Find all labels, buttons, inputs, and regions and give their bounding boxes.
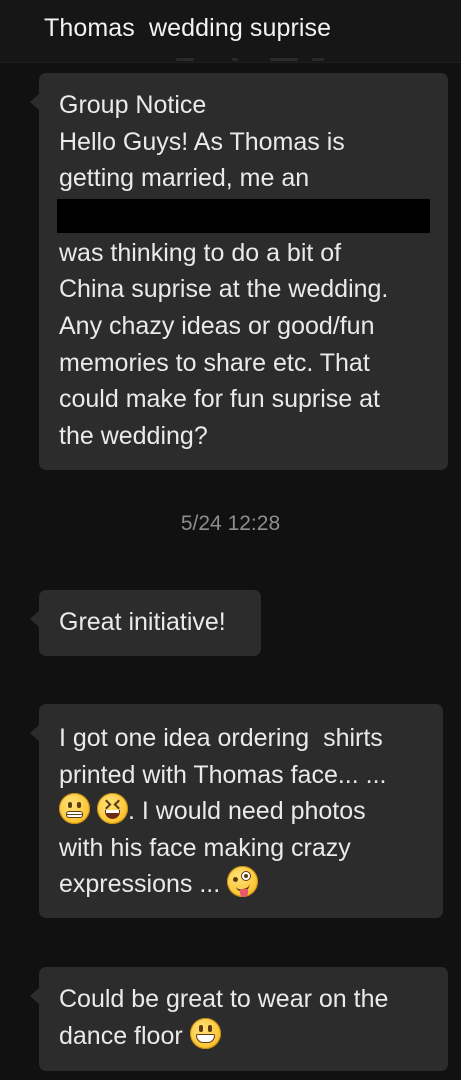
message-line: Hello Guys! As Thomas is (59, 127, 345, 156)
notice-heading: Group Notice (59, 91, 207, 119)
message-line: memories to share etc. That (59, 348, 370, 377)
message-text: expressions ... (59, 870, 221, 899)
zany-face-icon (227, 866, 259, 898)
message-line-with-emoji: dance floor (59, 1017, 428, 1055)
chat-screen: Thomas wedding suprise Group Notice Hell… (0, 0, 461, 1080)
message-bubble[interactable]: I got one idea ordering shirts printed w… (30, 704, 443, 918)
message-text: dance floor (59, 1021, 183, 1050)
chat-title[interactable]: Thomas wedding suprise (44, 14, 331, 43)
redacted-text-block (57, 198, 430, 233)
hidden-system-text (170, 54, 340, 68)
message-line: with his face making crazy (59, 833, 351, 862)
message-line-with-emoji: expressions ... (59, 866, 423, 903)
grimacing-face-icon (59, 793, 90, 825)
message-bubble-group-notice[interactable]: Group Notice Hello Guys! As Thomas is ge… (30, 73, 448, 470)
message-line-with-emoji: . I would need photos (59, 793, 423, 830)
message-line: getting married, me an (59, 164, 310, 193)
message-bubble[interactable]: Great initiative! (30, 590, 261, 656)
message-line: the wedding? (59, 421, 208, 450)
message-line: was thinking to do a bit of (59, 238, 342, 267)
message-line: could make for fun suprise at (59, 385, 380, 414)
message-line: printed with Thomas face... ... (59, 760, 387, 789)
message-line: China suprise at the wedding. (59, 275, 389, 304)
laughing-squinting-face-icon (96, 793, 128, 825)
message-text: . I would need photos (127, 797, 366, 826)
message-line: Great initiative! (59, 608, 226, 636)
grinning-face-icon (189, 1017, 221, 1049)
message-bubble[interactable]: Could be great to wear on the dance floo… (30, 967, 448, 1071)
message-timestamp: 5/24 12:28 (180, 512, 281, 535)
message-line: I got one idea ordering shirts (59, 724, 383, 752)
message-line: Could be great to wear on the (59, 985, 389, 1013)
message-line: Any chazy ideas or good/fun (59, 311, 375, 340)
